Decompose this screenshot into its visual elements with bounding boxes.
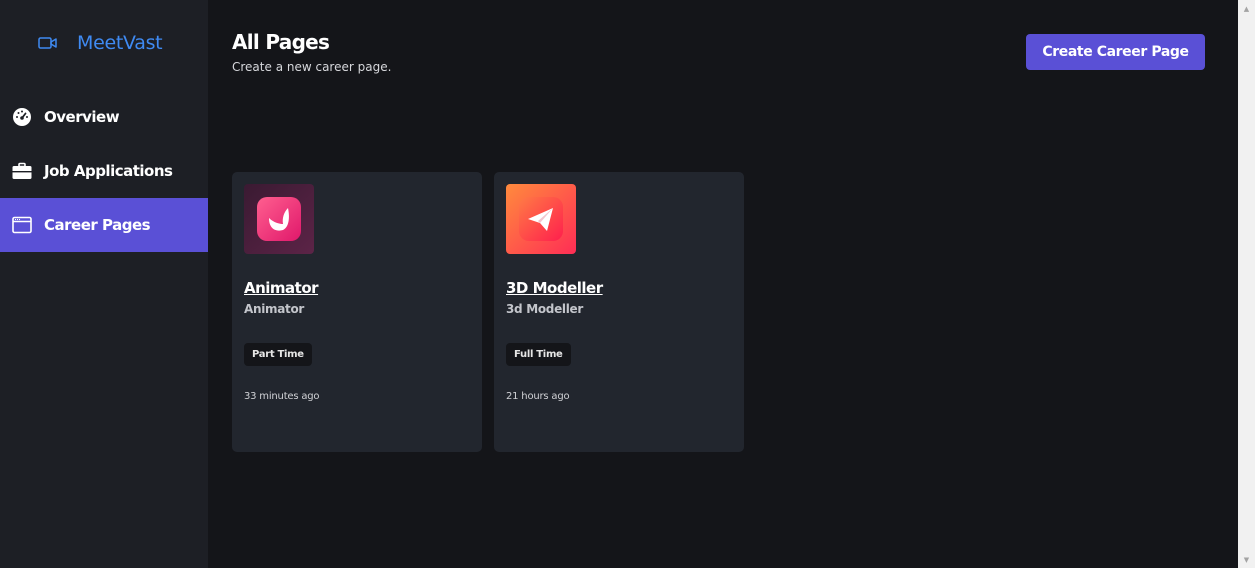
- brand[interactable]: MeetVast: [38, 30, 163, 56]
- sidebar-item-job-applications[interactable]: Job Applications: [0, 144, 208, 198]
- card-title-link[interactable]: Animator: [244, 279, 319, 297]
- employment-type-badge: Part Time: [244, 343, 312, 366]
- card-title-link[interactable]: 3D Modeller: [506, 279, 603, 297]
- sidebar-item-label: Job Applications: [44, 162, 173, 180]
- leaf-app-icon: [244, 184, 314, 254]
- card-timestamp: 33 minutes ago: [244, 391, 320, 402]
- sidebar-item-label: Career Pages: [44, 216, 151, 234]
- sidebar-item-label: Overview: [44, 108, 120, 126]
- page-title: All Pages: [232, 30, 330, 54]
- browser-window-icon: [12, 215, 32, 235]
- employment-type-badge: Full Time: [506, 343, 571, 366]
- sidebar-nav: Overview Job Applications Career Pages: [0, 90, 208, 252]
- card-subtitle: Animator: [244, 302, 305, 316]
- sidebar-item-overview[interactable]: Overview: [0, 90, 208, 144]
- vertical-scrollbar[interactable]: ▲ ▼: [1238, 0, 1255, 568]
- video-camera-icon: [38, 35, 58, 51]
- career-page-cards: Animator Animator Part Time 33 minutes a…: [232, 172, 744, 452]
- scroll-down-arrow-icon[interactable]: ▼: [1238, 551, 1255, 568]
- card-timestamp: 21 hours ago: [506, 391, 570, 402]
- dashboard-gauge-icon: [12, 107, 32, 127]
- app-root: MeetVast Overview Job Applications Caree…: [0, 0, 1255, 568]
- sidebar-item-career-pages[interactable]: Career Pages: [0, 198, 208, 252]
- scroll-up-arrow-icon[interactable]: ▲: [1238, 0, 1255, 17]
- create-career-page-button[interactable]: Create Career Page: [1026, 34, 1205, 70]
- card-subtitle: 3d Modeller: [506, 302, 584, 316]
- briefcase-icon: [12, 161, 32, 181]
- brand-name: MeetVast: [77, 32, 163, 54]
- paper-plane-app-icon: [506, 184, 576, 254]
- career-page-card[interactable]: 3D Modeller 3d Modeller Full Time 21 hou…: [494, 172, 744, 452]
- sidebar: MeetVast Overview Job Applications Caree…: [0, 0, 208, 568]
- page-subtitle: Create a new career page.: [232, 60, 392, 74]
- main-content: All Pages Create a new career page. Crea…: [208, 0, 1238, 568]
- career-page-card[interactable]: Animator Animator Part Time 33 minutes a…: [232, 172, 482, 452]
